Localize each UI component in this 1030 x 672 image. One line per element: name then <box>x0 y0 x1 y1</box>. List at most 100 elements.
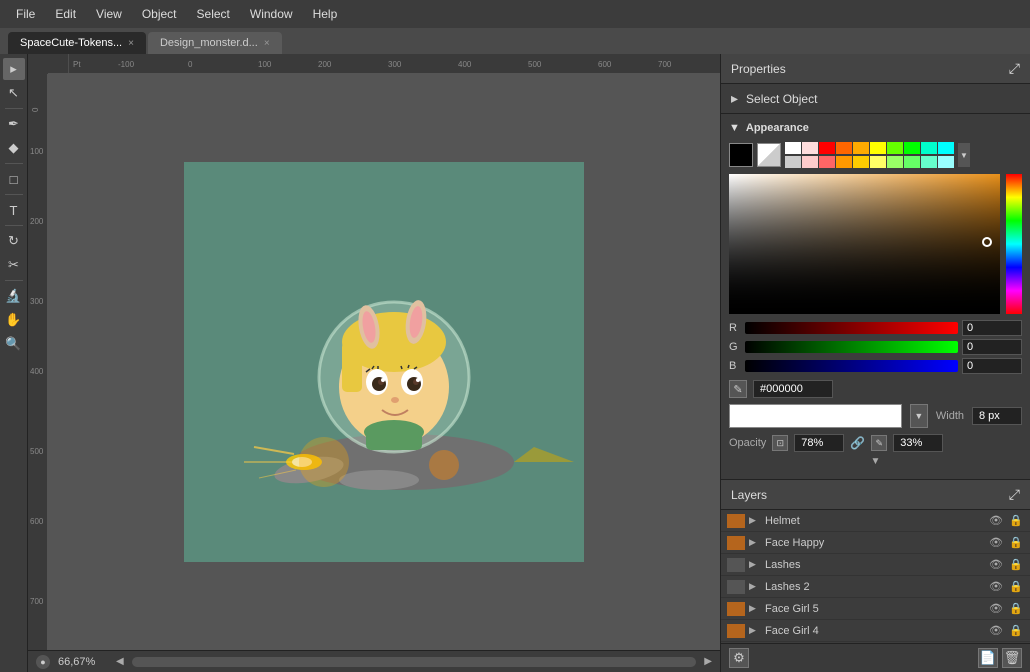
stroke-dropdown[interactable]: ▼ <box>910 404 928 428</box>
layer-lock-btn[interactable]: 🔒 <box>1008 623 1024 639</box>
color-dorange[interactable] <box>836 156 852 168</box>
layers-settings-btn[interactable]: ⚙ <box>729 648 749 668</box>
color-lgreen[interactable] <box>887 156 903 168</box>
layer-item[interactable]: ▶Face Happy👁🔒 <box>721 532 1030 554</box>
appearance-arrow[interactable]: ▼ <box>729 122 740 134</box>
color-amber[interactable] <box>853 142 869 154</box>
layer-expand-arrow[interactable]: ▶ <box>749 559 761 570</box>
color-yellow[interactable] <box>870 142 886 154</box>
tool-anchor[interactable]: ◆ <box>3 137 25 159</box>
layer-expand-arrow[interactable]: ▶ <box>749 603 761 614</box>
rgb-b-bar[interactable] <box>745 360 958 372</box>
color-cyan[interactable] <box>938 142 954 154</box>
layer-expand-arrow[interactable]: ▶ <box>749 515 761 526</box>
layer-visibility-btn[interactable]: 👁 <box>988 623 1004 639</box>
layer-lock-btn[interactable]: 🔒 <box>1008 601 1024 617</box>
menu-select[interactable]: Select <box>189 3 238 25</box>
color-lpink[interactable] <box>802 156 818 168</box>
layers-expand-icon[interactable]: ⤢ <box>1009 486 1020 503</box>
menu-object[interactable]: Object <box>134 3 185 25</box>
rgb-r-bar[interactable] <box>745 322 958 334</box>
layer-lock-btn[interactable]: 🔒 <box>1008 579 1024 595</box>
zoom-down-arrow[interactable]: ◀ <box>116 656 124 667</box>
color-lgray[interactable] <box>785 156 801 168</box>
menu-help[interactable]: Help <box>305 3 346 25</box>
hex-input[interactable] <box>753 380 833 398</box>
tab-0[interactable]: SpaceCute-Tokens... × <box>8 32 146 54</box>
stroke-preview[interactable] <box>729 404 902 428</box>
layers-list[interactable]: ▶Helmet👁🔒▶Face Happy👁🔒▶Lashes👁🔒▶Lashes 2… <box>721 510 1030 643</box>
menu-window[interactable]: Window <box>242 3 301 25</box>
tool-select[interactable]: ▸ <box>3 58 25 80</box>
color-white[interactable] <box>785 142 801 154</box>
layers-new-btn[interactable]: 📄 <box>978 648 998 668</box>
layer-lock-btn[interactable]: 🔒 <box>1008 535 1024 551</box>
menu-view[interactable]: View <box>88 3 130 25</box>
menu-edit[interactable]: Edit <box>47 3 84 25</box>
swatch-black[interactable] <box>729 143 753 167</box>
color-aqua[interactable] <box>921 156 937 168</box>
layers-delete-btn[interactable]: 🗑 <box>1002 648 1022 668</box>
tool-text[interactable]: T <box>3 199 25 221</box>
width-input[interactable] <box>972 407 1022 425</box>
opacity-icon[interactable]: ⊡ <box>772 435 788 451</box>
layer-visibility-btn[interactable]: 👁 <box>988 601 1004 617</box>
tool-eyedrop[interactable]: 🔬 <box>3 285 25 307</box>
tool-zoom[interactable]: 🔍 <box>3 333 25 355</box>
properties-expand-icon[interactable]: ⤢ <box>1009 60 1020 77</box>
color-red[interactable] <box>819 142 835 154</box>
canvas-scroll[interactable] <box>48 74 720 650</box>
tool-hand[interactable]: ✋ <box>3 309 25 331</box>
layer-item[interactable]: ▶Lashes 2👁🔒 <box>721 576 1030 598</box>
color-expand-btn[interactable]: ▼ <box>958 143 970 167</box>
color-orange[interactable] <box>836 142 852 154</box>
layer-item[interactable]: ▶Face Girl 4👁🔒 <box>721 620 1030 642</box>
tool-rotate[interactable]: ↻ <box>3 230 25 252</box>
rgb-g-input[interactable] <box>962 339 1022 355</box>
layer-expand-arrow[interactable]: ▶ <box>749 537 761 548</box>
rgb-b-input[interactable] <box>962 358 1022 374</box>
spectrum-bar[interactable] <box>1006 174 1022 314</box>
layer-expand-arrow[interactable]: ▶ <box>749 625 761 636</box>
color-gold[interactable] <box>853 156 869 168</box>
color-rose[interactable] <box>819 156 835 168</box>
layer-item[interactable]: ▶Lashes👁🔒 <box>721 554 1030 576</box>
menu-file[interactable]: File <box>8 3 43 25</box>
swatch-none[interactable] <box>757 143 781 167</box>
layer-visibility-btn[interactable]: 👁 <box>988 557 1004 573</box>
layer-item[interactable]: ▶Face Girl 5👁🔒 <box>721 598 1030 620</box>
layer-expand-arrow[interactable]: ▶ <box>749 581 761 592</box>
opacity-icon2[interactable]: ✎ <box>871 435 887 451</box>
tab-1[interactable]: Design_monster.d... × <box>148 32 282 54</box>
color-teal[interactable] <box>921 142 937 154</box>
tab-close-0[interactable]: × <box>128 38 134 49</box>
layer-lock-btn[interactable]: 🔒 <box>1008 513 1024 529</box>
tool-rect[interactable]: □ <box>3 168 25 190</box>
color-lcyan[interactable] <box>938 156 954 168</box>
color-mgreen[interactable] <box>904 156 920 168</box>
layer-lock-btn[interactable]: 🔒 <box>1008 557 1024 573</box>
layer-visibility-btn[interactable]: 👁 <box>988 513 1004 529</box>
zoom-right-arrow[interactable]: ▶ <box>704 656 712 667</box>
color-gradient[interactable] <box>729 174 1000 314</box>
rgb-b-label: B <box>729 360 741 372</box>
opacity-value2-input[interactable] <box>893 434 943 452</box>
eyedropper-btn[interactable]: ✎ <box>729 380 747 398</box>
collapse-arrow[interactable]: ▼ <box>729 452 1022 471</box>
color-lyellow[interactable] <box>870 156 886 168</box>
rgb-r-input[interactable] <box>962 320 1022 336</box>
rgb-g-bar[interactable] <box>745 341 958 353</box>
layer-visibility-btn[interactable]: 👁 <box>988 579 1004 595</box>
tool-direct-select[interactable]: ↖ <box>3 82 25 104</box>
status-dot[interactable]: ● <box>36 655 50 669</box>
color-fdd[interactable] <box>802 142 818 154</box>
layer-visibility-btn[interactable]: 👁 <box>988 535 1004 551</box>
color-green[interactable] <box>904 142 920 154</box>
tab-close-1[interactable]: × <box>264 38 270 49</box>
layer-item[interactable]: ▶Helmet👁🔒 <box>721 510 1030 532</box>
tool-scissors[interactable]: ✂ <box>3 254 25 276</box>
opacity-value-input[interactable] <box>794 434 844 452</box>
horizontal-scrollbar[interactable] <box>132 657 697 667</box>
color-lime[interactable] <box>887 142 903 154</box>
tool-pen[interactable]: ✒ <box>3 113 25 135</box>
